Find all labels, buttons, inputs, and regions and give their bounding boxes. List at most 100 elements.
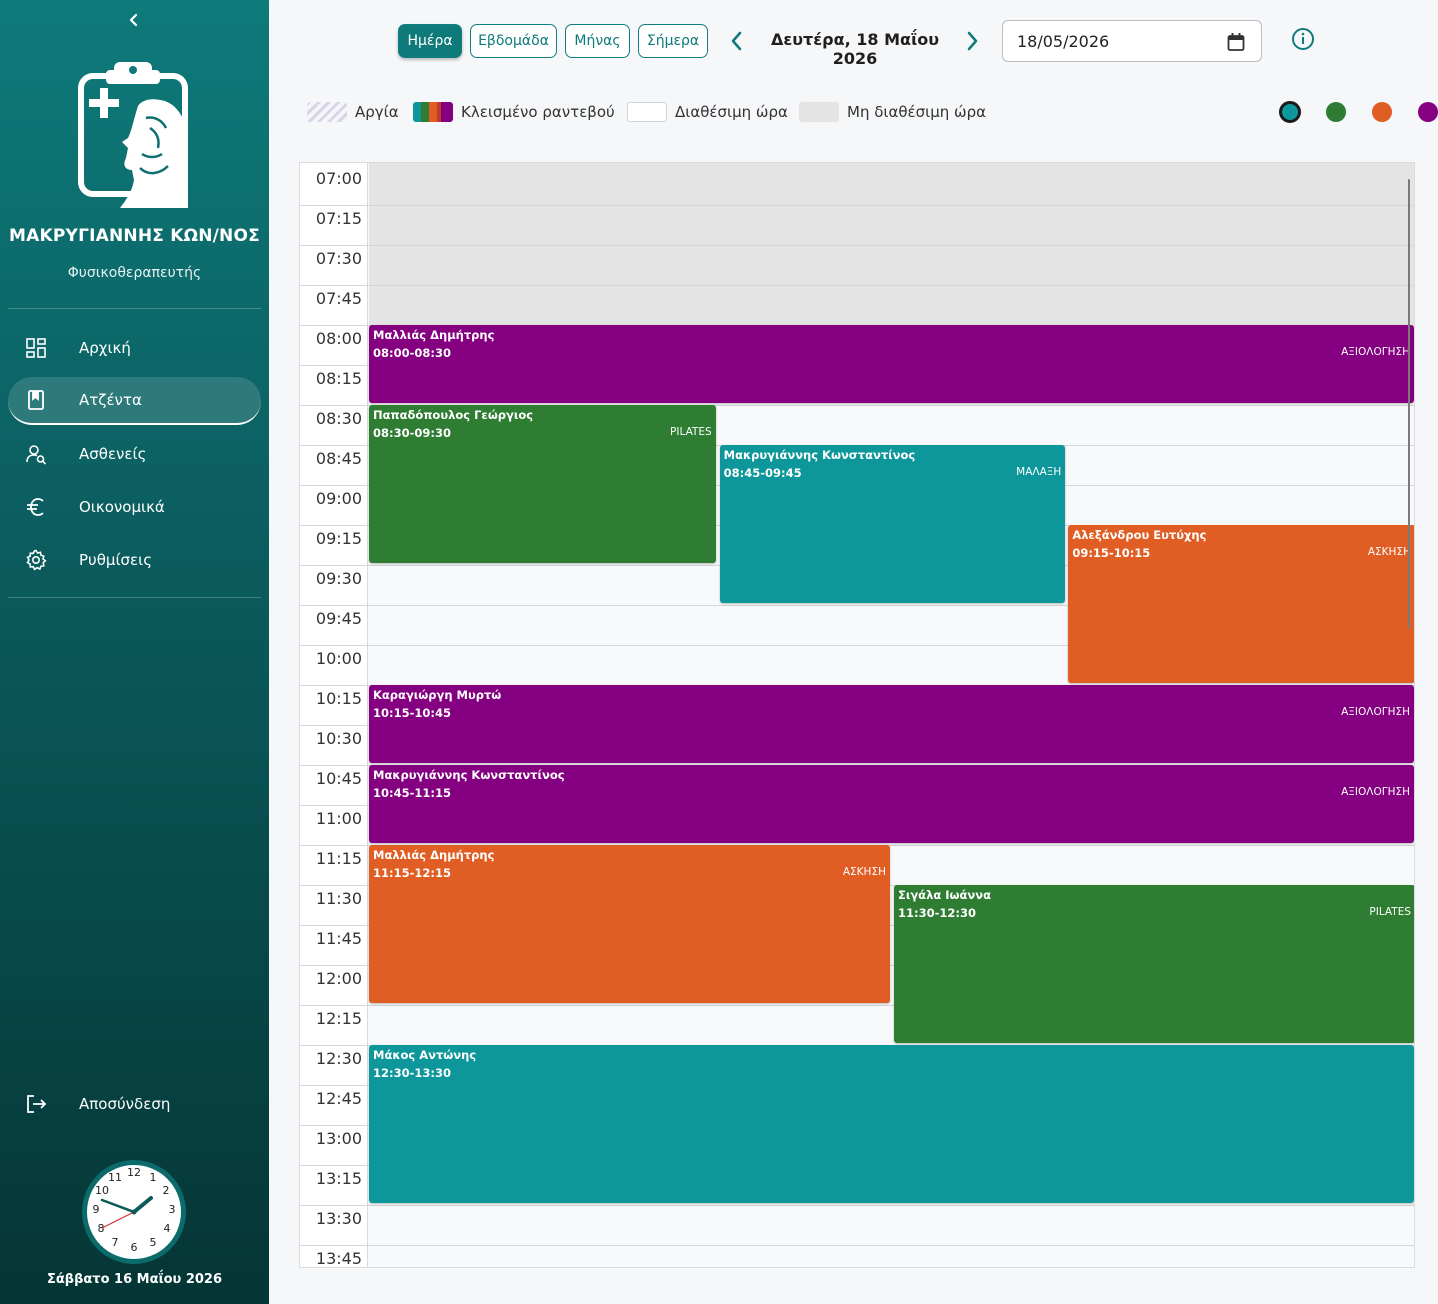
appointment-time: 08:00-08:30: [373, 346, 451, 360]
info-icon[interactable]: [1291, 27, 1315, 51]
time-label: 13:30: [315, 1209, 362, 1228]
appointment-event[interactable]: Μαλλιάς Δημήτρης 08:00-08:30 ΑΞΙΟΛΟΓΗΣΗ: [369, 325, 1414, 403]
patient-search-icon: [24, 442, 48, 466]
clinic-logo: [76, 58, 194, 210]
appointment-patient-name: Σιγάλα Ιωάννα: [898, 888, 991, 902]
time-label: 07:45: [315, 289, 362, 308]
appointment-time: 12:30-13:30: [373, 1066, 451, 1080]
appointment-event[interactable]: Μακρυγιάννης Κωνσταντίνος 08:45-09:45 ΜΑΛΑ…: [719, 445, 1066, 603]
date-picker-value: 18/05/2026: [1017, 32, 1110, 51]
appointment-type: ΑΣΚΗΣΗ: [1367, 546, 1411, 558]
appointment-time: 10:45-11:15: [373, 786, 451, 800]
nav-item-finance[interactable]: Οικονομικά: [8, 483, 261, 531]
slot-divider: [300, 245, 1414, 246]
user-role: Φυσικοθεραπευτής: [67, 265, 202, 281]
view-month-button[interactable]: Μήνας: [565, 24, 630, 58]
time-label: 09:15: [315, 529, 362, 548]
calendar-icon[interactable]: [1227, 32, 1245, 52]
nav-label-finance: Οικονομικά: [79, 498, 165, 516]
time-label: 12:45: [315, 1089, 362, 1108]
color-filter-orange[interactable]: [1372, 102, 1392, 122]
color-filter-green[interactable]: [1326, 102, 1346, 122]
sidebar: ΜΑΚΡΥΓΙΑΝΝΗΣ ΚΩΝ/ΝΟΣ Φυσικοθεραπευτής Αρ…: [0, 0, 269, 1304]
logout-label: Αποσύνδεση: [79, 1095, 171, 1113]
legend-booked: Κλεισμένο ραντεβού: [461, 103, 615, 121]
holiday-swatch: [307, 102, 347, 122]
nav-item-home[interactable]: Αρχική: [8, 324, 261, 372]
slot-divider: [300, 285, 1414, 286]
appointment-patient-name: Μάκος Αντώνης: [373, 1048, 477, 1062]
appointment-patient-name: Μακρυγιάννης Κωνσταντίνος: [373, 768, 565, 782]
appointment-time: 08:30-09:30: [373, 426, 451, 440]
divider: [8, 597, 261, 598]
legend-holiday: Αργία: [355, 103, 399, 121]
appointment-patient-name: Αλεξάνδρου Ευτύχης: [1072, 528, 1207, 542]
logout-icon: [24, 1092, 48, 1116]
appointment-event[interactable]: Καραγιώργη Μυρτώ 10:15-10:45 ΑΞΙΟΛΟΓΗΣΗ: [369, 685, 1414, 763]
appointment-time: 10:15-10:45: [373, 706, 451, 720]
time-label: 11:30: [315, 889, 362, 908]
chevron-right-icon: [967, 31, 978, 51]
svg-text:4: 4: [164, 1222, 171, 1235]
time-label: 10:15: [315, 689, 362, 708]
nav-item-agenda[interactable]: Ατζέντα: [8, 377, 261, 425]
time-label: 08:30: [315, 409, 362, 428]
legend-available: Διαθέσιμη ώρα: [675, 103, 788, 121]
appointment-event[interactable]: Μαλλιάς Δημήτρης 11:15-12:15 ΑΣΚΗΣΗ: [369, 845, 890, 1003]
current-date-title: Δευτέρα, 18 Μαΐου 2026: [770, 30, 940, 68]
logout-button[interactable]: Αποσύνδεση: [8, 1080, 261, 1128]
svg-text:11: 11: [108, 1171, 122, 1184]
available-swatch: [627, 102, 667, 122]
day-calendar: 07:00 07:15 07:30 07:45 08:00 08:15 08:30 08:45…: [299, 162, 1415, 1268]
appointment-event[interactable]: Μακρυγιάννης Κωνσταντίνος 10:45-11:15 ΑΞΙΟ…: [369, 765, 1414, 843]
appointment-type: ΑΣΚΗΣΗ: [842, 866, 886, 878]
appointment-type: ΜΑΛΑΞΗ: [1016, 466, 1062, 478]
svg-text:12: 12: [127, 1166, 141, 1179]
time-label: 10:45: [315, 769, 362, 788]
appointment-event[interactable]: Σιγάλα Ιωάννα 11:30-12:30 PILATES: [894, 885, 1414, 1043]
time-label: 07:30: [315, 249, 362, 268]
time-label: 13:45: [315, 1249, 362, 1268]
book-icon: [24, 388, 48, 412]
scrollbar[interactable]: [1408, 179, 1410, 629]
slot-divider: [300, 1205, 1414, 1206]
time-column: 07:00 07:15 07:30 07:45 08:00 08:15 08:30 08:45…: [300, 163, 368, 1267]
appointment-time: 09:15-10:15: [1072, 546, 1151, 560]
chevron-left-icon: [731, 31, 742, 51]
appointment-patient-name: Καραγιώργη Μυρτώ: [373, 688, 502, 702]
appointment-time: 11:15-12:15: [373, 866, 451, 880]
date-picker-input[interactable]: 18/05/2026: [1002, 20, 1262, 62]
time-label: 08:45: [315, 449, 362, 468]
view-week-button[interactable]: Εβδομάδα: [470, 24, 557, 58]
color-filter-teal[interactable]: [1279, 101, 1301, 123]
nav-label-patients: Ασθενείς: [79, 445, 147, 463]
nav-label-settings: Ρυθμίσεις: [79, 551, 153, 569]
color-filter-purple[interactable]: [1418, 102, 1438, 122]
today-button[interactable]: Σήμερα: [638, 24, 708, 58]
booked-swatch: [413, 102, 453, 122]
prev-day-button[interactable]: [727, 28, 747, 54]
svg-text:9: 9: [93, 1203, 100, 1216]
collapse-sidebar-button[interactable]: [124, 8, 144, 32]
time-label: 07:00: [315, 169, 362, 188]
nav-item-settings[interactable]: Ρυθμίσεις: [8, 536, 261, 584]
divider: [8, 308, 261, 309]
nav-label-agenda: Ατζέντα: [79, 391, 142, 409]
appointment-patient-name: Μαλλιάς Δημήτρης: [373, 848, 495, 862]
appointment-event[interactable]: Μάκος Αντώνης 12:30-13:30: [369, 1045, 1414, 1203]
time-label: 10:00: [315, 649, 362, 668]
time-label: 08:00: [315, 329, 362, 348]
appointment-event[interactable]: Αλεξάνδρου Ευτύχης 09:15-10:15 ΑΣΚΗΣΗ: [1068, 525, 1414, 683]
next-day-button[interactable]: [962, 28, 982, 54]
time-label: 09:00: [315, 489, 362, 508]
time-label: 11:15: [315, 849, 362, 868]
nav-item-patients[interactable]: Ασθενείς: [8, 430, 261, 478]
time-label: 13:00: [315, 1129, 362, 1148]
appointment-patient-name: Παπαδόπουλος Γεώργιος: [373, 408, 534, 422]
view-day-button[interactable]: Ημέρα: [398, 24, 462, 58]
svg-text:2: 2: [163, 1184, 170, 1197]
appointment-event[interactable]: Παπαδόπουλος Γεώργιος 08:30-09:30 PILATES: [369, 405, 716, 563]
legend-unavailable: Μη διαθέσιμη ώρα: [847, 103, 987, 121]
analog-clock: 12 1 2 345 678 9 10 11: [80, 1158, 188, 1266]
svg-text:1: 1: [150, 1171, 157, 1184]
